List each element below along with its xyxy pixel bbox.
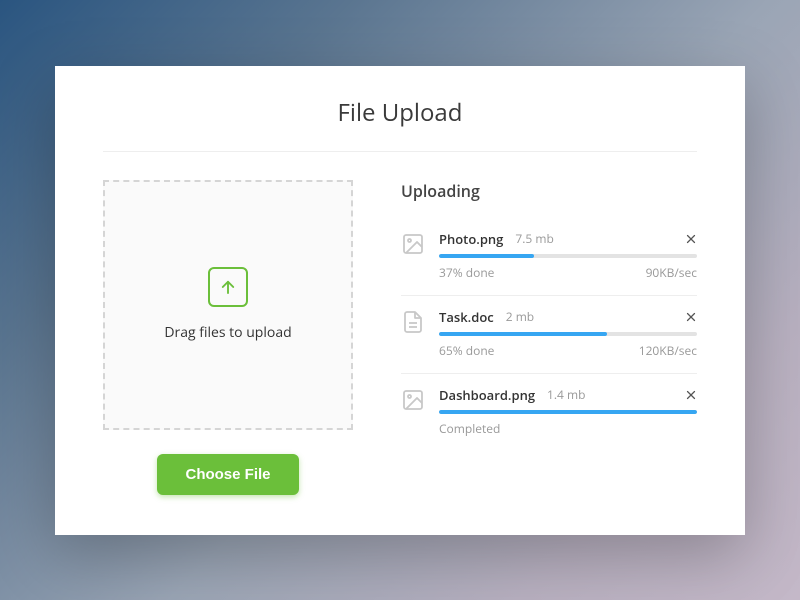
close-icon bbox=[685, 233, 697, 245]
file-body: Photo.png 7.5 mb 37% done 90KB/sec bbox=[439, 230, 697, 281]
file-speed: 120KB/sec bbox=[639, 342, 697, 359]
upload-list: Uploading Photo.png 7.5 mb bbox=[401, 180, 697, 495]
document-icon bbox=[401, 310, 425, 334]
file-row: Photo.png 7.5 mb 37% done 90KB/sec bbox=[401, 218, 697, 296]
file-name: Task.doc bbox=[439, 308, 494, 326]
remove-file-button[interactable] bbox=[685, 311, 697, 323]
file-body: Dashboard.png 1.4 mb Completed bbox=[439, 386, 697, 437]
file-row: Dashboard.png 1.4 mb Completed bbox=[401, 374, 697, 451]
file-status: 65% done bbox=[439, 342, 494, 359]
file-size: 1.4 mb bbox=[547, 386, 585, 403]
file-row: Task.doc 2 mb 65% done 120KB/sec bbox=[401, 296, 697, 374]
file-status: Completed bbox=[439, 420, 500, 437]
file-status: 37% done bbox=[439, 264, 494, 281]
file-size: 2 mb bbox=[506, 308, 534, 325]
choose-file-button[interactable]: Choose File bbox=[157, 454, 298, 495]
upload-icon bbox=[208, 267, 248, 307]
progress-bar bbox=[439, 332, 607, 336]
content-area: Drag files to upload Choose File Uploadi… bbox=[103, 180, 697, 495]
file-size: 7.5 mb bbox=[515, 230, 553, 247]
dropzone[interactable]: Drag files to upload bbox=[103, 180, 353, 430]
progress-bar bbox=[439, 410, 697, 414]
file-name: Photo.png bbox=[439, 230, 503, 248]
dropzone-text: Drag files to upload bbox=[164, 323, 291, 342]
image-icon bbox=[401, 232, 425, 256]
remove-file-button[interactable] bbox=[685, 389, 697, 401]
upload-card: File Upload Drag files to upload Choose … bbox=[55, 66, 745, 535]
page-title: File Upload bbox=[103, 96, 697, 152]
close-icon bbox=[685, 311, 697, 323]
progress-track bbox=[439, 332, 697, 336]
remove-file-button[interactable] bbox=[685, 233, 697, 245]
progress-track bbox=[439, 254, 697, 258]
left-column: Drag files to upload Choose File bbox=[103, 180, 353, 495]
file-name: Dashboard.png bbox=[439, 386, 535, 404]
close-icon bbox=[685, 389, 697, 401]
uploading-heading: Uploading bbox=[401, 180, 697, 202]
file-speed: 90KB/sec bbox=[646, 264, 697, 281]
progress-track bbox=[439, 410, 697, 414]
image-icon bbox=[401, 388, 425, 412]
file-body: Task.doc 2 mb 65% done 120KB/sec bbox=[439, 308, 697, 359]
progress-bar bbox=[439, 254, 534, 258]
